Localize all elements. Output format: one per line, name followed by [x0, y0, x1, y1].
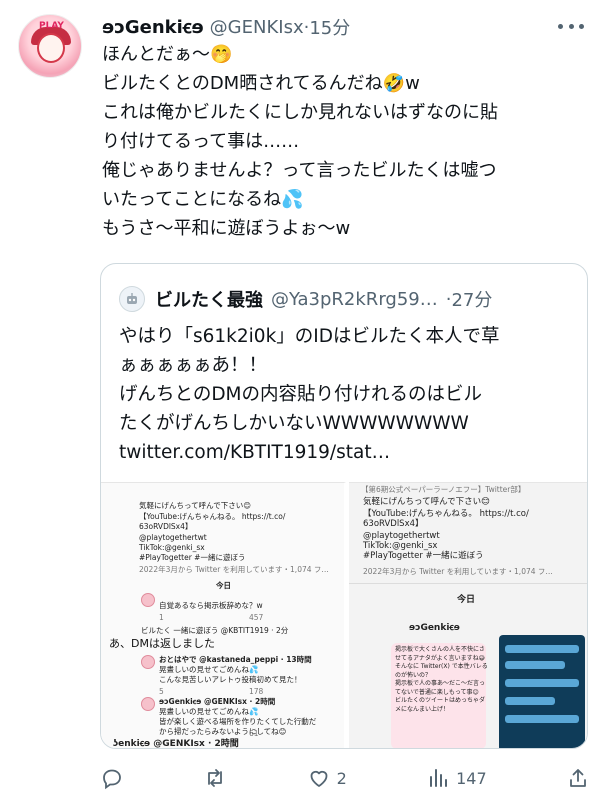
right-bio-1: 気軽にげんちって呼んで下さい😊: [363, 497, 491, 507]
quoted-tweet-card[interactable]: ビルたく最強 @Ya3pR2kRrg59… · 27分 やはり「s61k2i0k…: [100, 263, 588, 749]
left-stat-3: 457: [249, 613, 264, 622]
quote-image-right[interactable]: 【第6期公式ペーパーラーノエフー】Twitter部】 気軽にげんちって呼んで下さ…: [349, 482, 587, 748]
quote-time: 27分: [451, 290, 493, 311]
views-icon: [430, 769, 448, 787]
left-user2-text: 晃晝しいの見せてごめんね💦 こんな見苦しいアレトゥ投稿初めて見た！: [159, 665, 302, 684]
post-text: ほんとだぁ〜🤭 ビルたくとのDM晒されてるんだね🤣w これは俺かビルたくにしか見…: [102, 44, 498, 239]
author-name[interactable]: ɘɔGenkiꞓɘ: [102, 15, 204, 39]
like-button[interactable]: 2: [307, 766, 347, 790]
views-count: 147: [456, 768, 487, 788]
left-stat-4: 178: [249, 687, 264, 696]
left-reply-text: 自覚あるなら掲示板辞めな？w: [159, 601, 263, 610]
right-today: 今日: [457, 595, 476, 605]
right-joined: 2022年3月から Twitter を利用しています・1,074 フ…: [363, 567, 553, 576]
left-user2-avatar: [141, 655, 155, 669]
share-button[interactable]: [566, 766, 590, 790]
heart-icon: [310, 770, 328, 787]
left-user3-avatar: [141, 697, 155, 711]
post-time[interactable]: 15分: [309, 14, 350, 40]
right-img-brand: ɘɔGenkiꞓɘ: [409, 623, 460, 633]
post-header: ɘɔGenkiꞓɘ @GENKIsx · 15分: [102, 14, 586, 40]
left-user2-name: おとはやで @kastaneda_peppi · 13時間: [159, 655, 312, 664]
retweet-icon: [208, 769, 223, 787]
phone-bubble: [505, 715, 579, 723]
left-reply-avatar: [141, 593, 155, 607]
retweet-button[interactable]: [203, 766, 227, 790]
more-options-icon[interactable]: [558, 16, 584, 36]
reply-button[interactable]: [100, 766, 124, 790]
left-bio-3: @playtogethertwt TikTok:@genki_sx #PlayT…: [139, 533, 246, 562]
left-user3-name: ɘɔGenkiꞓɘ @GENKIsx · 2時間: [159, 697, 276, 706]
phone-bubble: [505, 679, 579, 687]
quote-author-name: ビルたく最強: [155, 290, 263, 311]
reply-icon: [103, 769, 121, 790]
left-dm-note: あ、DMは返しました: [109, 637, 215, 650]
like-count: 2: [336, 768, 347, 788]
quote-text: やはり「s61k2i0k」のIDはビルたく本人で草 ぁぁぁぁぁあ！！ げんちとの…: [119, 326, 500, 463]
robot-icon: [127, 293, 137, 304]
left-user3-text: 晃晝しいの見せてごめんね💦 皆が楽しく遊べる場所を作りたくてした行動だ から掃だ…: [159, 707, 317, 736]
left-stat-2: 5: [159, 687, 164, 696]
quote-image-left[interactable]: 気軽にげんちって呼んで下さい😊 【YouTube:げんちゃんねる。 https:…: [101, 482, 346, 749]
phone-bubble: [505, 661, 565, 669]
right-bio-2: 【YouTube:げんちゃんねる。 https://t.co/ 63oRVDlS…: [363, 509, 529, 529]
right-bio-3: @playtogethertwt TikTok:@genki_sx #PlayT…: [363, 531, 484, 561]
avatar-play-tag: PLAY: [39, 21, 64, 31]
quote-avatar: [119, 286, 145, 312]
share-icon: [570, 769, 586, 787]
quote-author-handle: @Ya3pR2kRrg59…: [271, 288, 438, 310]
left-bio-1: 気軽にげんちって呼んで下さい😊: [139, 501, 252, 510]
avatar-face: [37, 33, 65, 63]
right-img-text: 掲示板で大くさんの人を不快にさ せてるアナタがよく言いますね😅 そんなに Twi…: [395, 646, 488, 713]
left-today: 今日: [216, 581, 231, 590]
left-stat-5: 61: [249, 729, 259, 738]
action-bar: 2 147: [100, 760, 590, 796]
views-button[interactable]: 147: [426, 766, 487, 790]
left-footer: ʖenkiꞓɘ @GENKIsx · 2時間: [113, 739, 239, 749]
left-stat-1: 1: [159, 613, 164, 622]
phone-bubble: [505, 645, 579, 653]
phone-bubble: [505, 697, 555, 705]
left-joined: 2022年3月から Twitter を利用しています・1,074 フ…: [139, 565, 329, 574]
right-header: 【第6期公式ペーパーラーノエフー】Twitter部】: [361, 485, 526, 494]
quote-header: ビルたく最強 @Ya3pR2kRrg59… · 27分: [119, 286, 577, 312]
right-divider: [349, 583, 587, 584]
author-avatar[interactable]: PLAY: [18, 14, 82, 78]
author-handle[interactable]: @GENKIsx: [210, 17, 304, 38]
left-bio-2: 【YouTube:げんちゃんねる。 https://t.co/ 63oRVDlS…: [139, 512, 286, 531]
right-phone-image: [499, 635, 585, 748]
